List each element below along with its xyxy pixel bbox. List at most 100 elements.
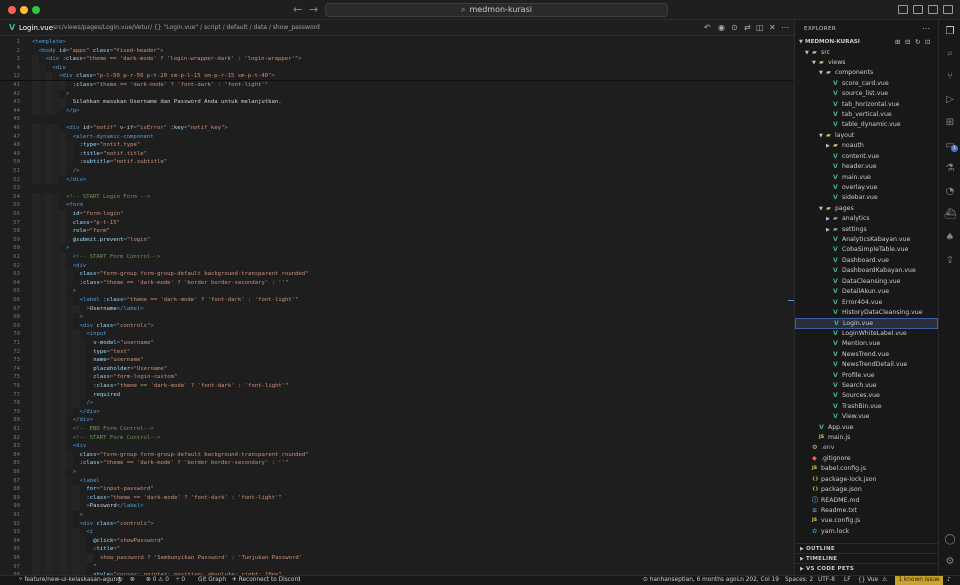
code-line[interactable]: 69 <div class="controls"> — [0, 322, 794, 331]
code-line[interactable]: 82 <!-- START Form Control--> — [0, 434, 794, 443]
account-icon[interactable]: ◯ — [944, 534, 956, 546]
code-line[interactable]: 91 > — [0, 511, 794, 520]
code-line[interactable]: 81 <!-- END Form Control--> — [0, 425, 794, 434]
tab-login-vue[interactable]: Login.vue — [19, 24, 53, 32]
tree-file[interactable]: Vmain.vue — [795, 173, 938, 183]
cloud-icon[interactable]: ⊗ — [130, 576, 135, 585]
code-line[interactable]: 57 class="p-t-15" — [0, 219, 794, 228]
new-file-icon[interactable]: ⊞ — [895, 37, 900, 47]
tree-file[interactable]: V App.vue — [795, 423, 938, 433]
toggle-secondary-sidebar-icon[interactable] — [928, 5, 938, 14]
code-line[interactable]: 1 <template> — [0, 38, 794, 47]
explorer-root[interactable]: ▼ MEDMON-KURASI ⊞ ⊟ ↻ ⊡ — [795, 37, 938, 47]
tree-file[interactable]: Vsidebar.vue — [795, 193, 938, 203]
code-line[interactable]: 54 <!-- START Login Form --> — [0, 193, 794, 202]
tree-file[interactable]: {} package.json — [795, 485, 938, 495]
close-tab-icon[interactable]: ✕ — [769, 23, 776, 32]
tree-folder[interactable]: ▶ ▰ analytics — [795, 214, 938, 224]
cursor-position[interactable]: Ln 202, Col 19 — [737, 576, 779, 585]
live-share-icon[interactable]: ⇪ — [944, 255, 956, 267]
code-line[interactable]: 64:class="theme == 'dark-mode' ? 'border… — [0, 279, 794, 288]
code-line[interactable]: 55 <form — [0, 201, 794, 210]
git-graph-icon[interactable]: ◔ — [944, 186, 956, 198]
code-line[interactable]: 59 @submit.prevent="login" — [0, 236, 794, 245]
tree-file[interactable]: ◆ .gitignore — [795, 454, 938, 464]
code-line[interactable]: 49:title="notif.title" — [0, 150, 794, 159]
line-ending[interactable]: LF — [844, 576, 851, 585]
tree-file[interactable]: V Error404.vue — [795, 298, 938, 308]
tree-file[interactable]: V NewsTrend.vue — [795, 350, 938, 360]
collapse-all-icon[interactable]: ⊡ — [925, 37, 930, 47]
code-line[interactable]: 65 > — [0, 287, 794, 296]
code-line[interactable]: 62 <div — [0, 262, 794, 271]
close-window-button[interactable] — [8, 6, 16, 14]
tree-file[interactable]: Vsource_list.vue — [795, 89, 938, 99]
tree-file[interactable]: Vscore_card.vue — [795, 79, 938, 89]
code-line[interactable]: 68 > — [0, 313, 794, 322]
tree-file[interactable]: Vcontent.vue — [795, 152, 938, 162]
code-line[interactable]: 66 <label :class="theme == 'dark-mode' ? … — [0, 296, 794, 305]
maximize-window-button[interactable] — [32, 6, 40, 14]
code-line[interactable]: 56 id="form-login" — [0, 210, 794, 219]
code-editor[interactable]: 1 <template> 2 <body id="apps" class="fixed… — [0, 36, 794, 575]
known-issue-badge[interactable]: 1 known issue — [895, 576, 943, 585]
testing-icon[interactable]: ⚗ — [944, 163, 956, 175]
breadcrumb[interactable]: src/views/pages/Login.vue/Vetur/ {} "Log… — [53, 24, 320, 31]
code-line[interactable]: 93 <i — [0, 528, 794, 537]
docker-icon[interactable]: ⛴ — [944, 209, 957, 221]
code-line[interactable]: 73 name="username" — [0, 356, 794, 365]
code-line[interactable]: 95:title=" — [0, 545, 794, 554]
refresh-icon[interactable]: ↻ — [915, 37, 920, 47]
tree-folder[interactable]: ▼ ▰ pages — [795, 204, 938, 214]
tree-file[interactable]: JS main.js — [795, 433, 938, 443]
code-line[interactable]: 90 >Password</label> — [0, 502, 794, 511]
compare-icon[interactable]: ⇄ — [744, 23, 751, 32]
sync-icon[interactable]: ↻ — [118, 576, 123, 585]
code-line[interactable]: 51 /> — [0, 167, 794, 176]
code-line[interactable]: 75 class="form-login-custom" — [0, 373, 794, 382]
tree-folder[interactable]: ▼ ▰ views — [795, 58, 938, 68]
explorer-icon[interactable]: ❐ — [944, 26, 956, 38]
code-line[interactable]: 46 <div id="notif" v-if="isError" :key="n… — [0, 124, 794, 133]
tree-file[interactable]: ≡ Readme.txt — [795, 506, 938, 516]
code-line[interactable]: 89:class="theme == 'dark-mode' ? 'font-d… — [0, 494, 794, 503]
command-center[interactable]: ⌕ medmon-kurasi — [325, 3, 668, 17]
code-line[interactable]: 61 <!-- START Form Control--> — [0, 253, 794, 262]
code-line[interactable]: 78 /> — [0, 399, 794, 408]
extensions-icon[interactable]: ⊞ — [944, 117, 956, 129]
tree-file[interactable]: {} package-lock.json — [795, 475, 938, 485]
timeline-section[interactable]: ▶ TIMELINE — [795, 553, 938, 563]
tree-file[interactable]: V Search.vue — [795, 381, 938, 391]
tree-file[interactable]: V CobaSimpleTable.vue — [795, 245, 938, 255]
code-line[interactable]: 41:class="theme == 'dark-mode' ? 'font-d… — [0, 81, 794, 90]
timeline-icon[interactable]: ⊙ — [731, 23, 738, 32]
problems-indicator[interactable]: ⊗ 0 ⚠ 0 — [146, 576, 169, 585]
tree-file[interactable]: V Login.vue — [795, 318, 938, 329]
code-line[interactable]: 53 — [0, 184, 794, 193]
tree-file[interactable]: V DashboardKabayan.vue — [795, 266, 938, 276]
code-line[interactable]: 83 <div — [0, 442, 794, 451]
tree-file[interactable]: V Profile.vue — [795, 371, 938, 381]
tree-file[interactable]: V NewsTrendDetail.vue — [795, 360, 938, 370]
code-line[interactable]: 96 show_password ? 'Sembunyikan Password'… — [0, 554, 794, 563]
new-folder-icon[interactable]: ⊟ — [905, 37, 910, 47]
tree-file[interactable]: Voverlay.vue — [795, 183, 938, 193]
code-line[interactable]: 58 role="form" — [0, 227, 794, 236]
tree-file[interactable]: V Dashboard.vue — [795, 256, 938, 266]
code-line[interactable]: 52 </div> — [0, 176, 794, 185]
tree-folder[interactable]: ▼ ▰ layout — [795, 131, 938, 141]
tree-file[interactable]: ⚙ .env — [795, 443, 938, 453]
source-control-icon[interactable]: ⑂ — [944, 71, 956, 83]
toggle-panel-icon[interactable] — [913, 5, 923, 14]
tree-file[interactable]: V Sources.vue — [795, 391, 938, 401]
code-line[interactable]: 4 <div — [0, 63, 794, 73]
code-line[interactable]: 44 </p> — [0, 107, 794, 116]
code-line[interactable]: 86 > — [0, 468, 794, 477]
language-mode[interactable]: {} Vue — [858, 576, 878, 585]
code-line[interactable]: 77 required — [0, 391, 794, 400]
tree-file[interactable]: V DataCleansing.vue — [795, 277, 938, 287]
code-line[interactable]: 87 <label — [0, 477, 794, 486]
code-line[interactable]: 67 >Username</label> — [0, 305, 794, 314]
code-line[interactable]: 45 — [0, 115, 794, 124]
tree-file[interactable]: Vheader.vue — [795, 162, 938, 172]
